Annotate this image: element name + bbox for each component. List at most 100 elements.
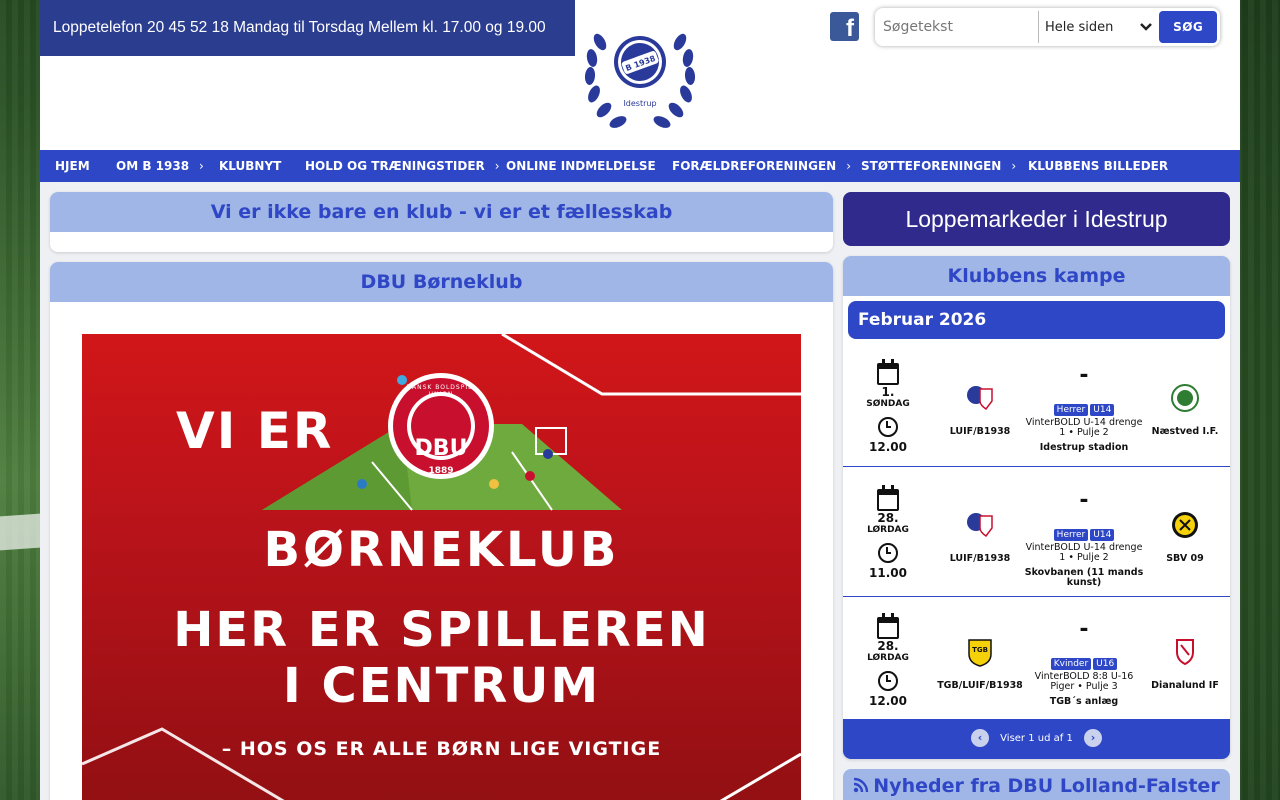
match-info: - Kvinder U16 VinterBOLD 8:8 U-16 Piger •…: [1023, 619, 1145, 707]
tgb-crest-icon: TGB: [968, 639, 992, 667]
match-day: 1.: [881, 385, 895, 399]
home-team: LUIF/B1938: [935, 510, 1025, 564]
motto-title: Vi er ikke bare en klub - vi er et fælle…: [50, 192, 833, 232]
matches-panel: Klubbens kampe Februar 2026 1. SØNDAG 12…: [843, 256, 1230, 759]
match-day: 28.: [877, 511, 899, 525]
borneklub-title: DBU Børneklub: [50, 262, 833, 302]
search-scope-select[interactable]: Hele siden: [1038, 11, 1159, 43]
nav-label: HJEM: [55, 159, 90, 173]
logo-text: Idestrup: [623, 99, 656, 108]
gender-tag: Herrer: [1053, 404, 1089, 416]
home-team: LUIF/B1938: [935, 383, 1025, 437]
nav-label: ONLINE INDMELDELSE: [506, 159, 656, 173]
news-title: Nyheder fra DBU Lolland-Falster: [873, 775, 1220, 797]
facebook-icon[interactable]: f: [830, 12, 859, 41]
site-header: Loppetelefon 20 45 52 18 Mandag til Tors…: [40, 0, 1240, 150]
away-team-name: Dianalund IF: [1151, 680, 1219, 691]
away-team-name: Næstved I.F.: [1151, 426, 1219, 437]
matches-title: Klubbens kampe: [843, 256, 1230, 296]
calendar-icon: [877, 613, 899, 639]
nav-label: KLUBNYT: [219, 159, 282, 173]
nav-item-billeder[interactable]: KLUBBENS BILLEDER: [1028, 150, 1168, 182]
banner-seal-ring: DANSK BOLDSPIL-UNION: [406, 384, 476, 398]
loppe-button[interactable]: Loppemarkeder i Idestrup: [843, 192, 1230, 246]
nav-item-om[interactable]: OM B 1938 ›: [116, 150, 204, 182]
match-time: 12.00: [869, 694, 907, 708]
luif-crest-icon: [967, 513, 993, 538]
match-score: -: [1079, 488, 1089, 513]
match-weekday: SØNDAG: [866, 399, 910, 409]
nav-item-hold[interactable]: HOLD OG TRÆNINGSTIDER ›: [305, 150, 500, 182]
banner-line-1: VI ER: [176, 402, 334, 460]
match-competition: VinterBOLD 8:8 U-16 Piger • Pulje 3: [1034, 671, 1134, 692]
luif-crest-icon: [967, 386, 993, 411]
away-team-name: SBV 09: [1166, 553, 1204, 564]
match-weekday: LØRDAG: [867, 525, 909, 535]
nav-label: FORÆLDREFORENINGEN: [672, 159, 837, 173]
calendar-icon: [877, 359, 899, 385]
motto-panel: Vi er ikke bare en klub - vi er et fælle…: [50, 192, 833, 252]
calendar-icon: [877, 485, 899, 511]
match-date: 28. LØRDAG 11.00: [853, 485, 923, 580]
match-score: -: [1079, 363, 1089, 388]
phone-banner: Loppetelefon 20 45 52 18 Mandag til Tors…: [40, 0, 575, 56]
search-button[interactable]: SØG: [1159, 11, 1217, 43]
search-scope-value: Hele siden: [1045, 19, 1114, 35]
clock-icon: [878, 543, 898, 563]
match-score: -: [1079, 617, 1089, 642]
borneklub-banner[interactable]: VI ER DBU DANSK BOLDSPIL-UNION 1889 BØRN…: [82, 334, 801, 800]
search-input[interactable]: [878, 11, 1038, 43]
clock-icon: [878, 671, 898, 691]
banner-seal-year: 1889: [428, 466, 454, 476]
chevron-right-icon: ›: [494, 159, 500, 173]
nav-label: STØTTEFORENINGEN: [861, 159, 1002, 173]
match-row[interactable]: 28. LØRDAG 12.00 TGB TGB/LUIF/B1938 - Kv…: [843, 597, 1230, 719]
match-info: - Herrer U14 VinterBOLD U-14 drenge 1 • P…: [1023, 490, 1145, 588]
chevron-right-icon: ›: [1011, 159, 1017, 173]
month-header: Februar 2026: [848, 301, 1225, 339]
match-row[interactable]: 28. LØRDAG 11.00 LUIF/B1938 - Herrer U14 …: [843, 467, 1230, 597]
matches-pager: ‹ Viser 1 ud af 1 ›: [843, 719, 1230, 759]
search-form: Hele siden SØG: [875, 8, 1220, 46]
nav-item-klubnyt[interactable]: KLUBNYT: [219, 150, 281, 182]
away-team: Næstved I.F.: [1140, 383, 1230, 437]
nav-item-hjem[interactable]: HJEM: [55, 150, 90, 182]
nav-item-stoette[interactable]: STØTTEFORENINGEN ›: [861, 150, 1016, 182]
match-competition: VinterBOLD U-14 drenge 1 • Pulje 2: [1025, 417, 1143, 438]
nav-item-foraeldre[interactable]: FORÆLDREFORENINGEN ›: [672, 150, 851, 182]
match-info: - Herrer U14 VinterBOLD U-14 drenge 1 • P…: [1023, 365, 1145, 453]
age-tag: U14: [1090, 404, 1115, 416]
next-page-button[interactable]: ›: [1084, 729, 1103, 747]
banner-line-5: – HOS OS ER ALLE BØRN LIGE VIGTIGE: [221, 738, 662, 760]
club-logo[interactable]: B 1938 Idestrup: [578, 12, 702, 134]
away-team: SBV 09: [1140, 510, 1230, 564]
banner-line-4: I CENTRUM: [282, 658, 601, 714]
banner-line-3: HER ER SPILLEREN: [173, 602, 710, 658]
gender-tag: Herrer: [1053, 529, 1089, 541]
age-tag: U14: [1090, 529, 1115, 541]
home-team-name: LUIF/B1938: [949, 426, 1011, 437]
svg-text:TGB: TGB: [972, 646, 988, 654]
prev-page-button[interactable]: ‹: [970, 729, 989, 747]
banner-seal: DBU: [414, 436, 468, 461]
main-nav: HJEM OM B 1938 › KLUBNYT HOLD OG TRÆNINGS…: [40, 150, 1240, 182]
nav-label: OM B 1938: [116, 159, 190, 173]
match-venue: Idestrup stadion: [1039, 442, 1129, 453]
match-weekday: LØRDAG: [867, 653, 909, 663]
match-time: 12.00: [869, 440, 907, 454]
pager-text: Viser 1 ud af 1: [1000, 733, 1073, 744]
away-team: Dianalund IF: [1140, 637, 1230, 691]
dianalund-crest-icon: [1176, 639, 1194, 666]
gender-tag: Kvinder: [1050, 658, 1092, 670]
nav-item-indmeldelse[interactable]: ONLINE INDMELDELSE: [506, 150, 656, 182]
nav-label: HOLD OG TRÆNINGSTIDER: [305, 159, 485, 173]
match-competition: VinterBOLD U-14 drenge 1 • Pulje 2: [1025, 542, 1143, 563]
naestved-crest-icon: [1171, 384, 1199, 412]
match-time: 11.00: [869, 566, 907, 580]
nav-label: KLUBBENS BILLEDER: [1028, 159, 1169, 173]
sbv-crest-icon: [1172, 512, 1198, 538]
news-panel-header[interactable]: Nyheder fra DBU Lolland-Falster: [843, 769, 1230, 800]
home-team-name: TGB/LUIF/B1938: [937, 680, 1023, 691]
rss-icon: [854, 777, 869, 793]
match-row[interactable]: 1. SØNDAG 12.00 LUIF/B1938 - Herrer U14 V…: [843, 343, 1230, 467]
